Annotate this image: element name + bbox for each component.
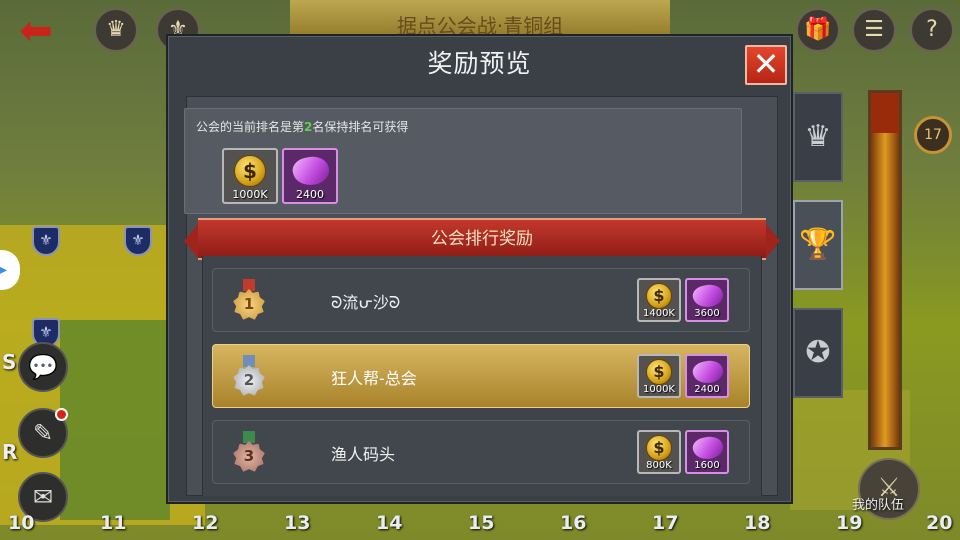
column-number: 19 [836,512,863,534]
reward-quantity: 1600 [694,460,720,471]
silver-medal-icon: 2 [231,355,267,399]
reward-quantity: 800K [646,460,672,471]
reward-quantity: 2400 [296,188,324,201]
gold-coin-icon: $ [646,359,672,385]
column-number: 18 [744,512,771,534]
gold-medal-icon: 1 [231,279,267,323]
current-rank-text: 公会的当前排名是第2名保持排名可获得 [196,120,409,134]
level-badge: 17 [914,116,952,154]
column-number: 12 [192,512,219,534]
purple-gem-icon [691,434,725,462]
gold-coin-reward[interactable]: $ 1000K [637,354,681,398]
purple-gem-icon [290,153,332,189]
ranking-row-selected[interactable]: 2 狂人帮-总会 $ 1000K 2400 [212,344,750,408]
edit-button[interactable]: ✎ [18,408,68,458]
crown-menu-button[interactable]: ♛ [94,8,138,52]
my-team-label: 我的队伍 [852,498,905,513]
guild-name: 狂人帮-总会 [331,369,417,388]
purple-gem-reward[interactable]: 2400 [685,354,729,398]
guild-shield-icon[interactable]: ⚜ [124,226,152,256]
purple-gem-reward[interactable]: 2400 [282,148,338,204]
column-number: 13 [284,512,311,534]
crown-icon: ♛ [804,119,832,154]
dialog-title: 奖励预览 [427,49,532,78]
purple-gem-icon [691,358,725,386]
guild-name: ᘐ流ᕂ沙ᘐ [331,293,401,312]
close-icon: ✕ [752,45,780,83]
guild-name: 渔人码头 [331,445,396,464]
grass-area [60,320,170,520]
reward-quantity: 3600 [694,308,720,319]
purple-gem-reward[interactable]: 1600 [685,430,729,474]
chat-button[interactable]: 💬 [18,342,68,392]
game-screen: 据点公会战·青铜组 ⬅ ♛ ⚜ 🎁 ☰ ? ▸ S R ⚜ ⚜ ⚜ 💬 ✎ ✉ … [0,0,960,540]
trophy-icon: 🏆 [799,227,837,262]
ranking-row[interactable]: 1 ᘐ流ᕂ沙ᘐ $ 1400K 3600 [212,268,750,332]
column-number: 10 [8,512,35,534]
gold-coin-icon: $ [234,155,266,187]
tab-medal[interactable]: ✪ [793,308,843,398]
reward-quantity: 2400 [694,384,720,395]
gift-button[interactable]: 🎁 [796,8,840,52]
column-number: 20 [926,512,953,534]
column-number: 14 [376,512,403,534]
back-arrow-icon[interactable]: ⬅ [8,11,64,52]
gold-coin-reward[interactable]: $ 800K [637,430,681,474]
purple-gem-icon [691,282,725,310]
column-number: 15 [468,512,495,534]
close-button[interactable]: ✕ [745,45,787,85]
star-medal-icon: ✪ [805,335,831,370]
reward-quantity: 1000K [232,188,268,201]
purple-gem-reward[interactable]: 3600 [685,278,729,322]
list-button[interactable]: ☰ [852,8,896,52]
column-number: 16 [560,512,587,534]
column-number: 17 [652,512,679,534]
map-letter: R [2,440,18,464]
map-letter: S [2,350,17,374]
reward-quantity: 1000K [642,384,675,395]
reward-preview-dialog: 奖励预览 ✕ 公会的当前排名是第2名保持排名可获得 $ 1000K 2400 公… [166,34,793,504]
bronze-medal-icon: 3 [231,431,267,475]
progress-bar [868,90,902,450]
gold-coin-icon: $ [646,435,672,461]
help-button[interactable]: ? [910,8,954,52]
gold-coin-reward[interactable]: $ 1400K [637,278,681,322]
guild-ranking-rewards-ribbon: 公会排行奖励 [184,218,780,260]
gold-coin-icon: $ [646,283,672,309]
gold-coin-reward[interactable]: $ 1000K [222,148,278,204]
tab-trophy[interactable]: 🏆 [793,200,843,290]
column-number: 11 [100,512,127,534]
tab-crown[interactable]: ♛ [793,92,843,182]
notification-dot-icon [55,408,68,421]
ranking-row[interactable]: 3 渔人码头 $ 800K 1600 [212,420,750,484]
guild-shield-icon[interactable]: ⚜ [32,226,60,256]
reward-quantity: 1400K [642,308,675,319]
